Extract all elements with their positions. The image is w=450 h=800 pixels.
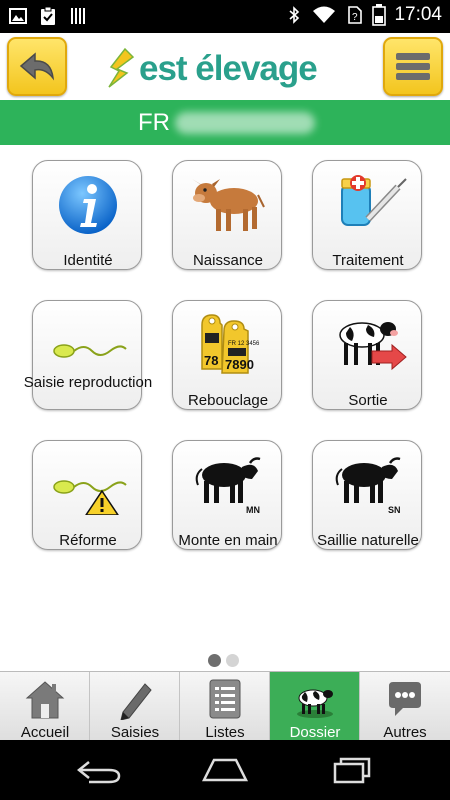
tile-saisie-reproduction[interactable]: Saisie reproduction <box>24 300 152 410</box>
tab-dossier[interactable]: Dossier <box>270 672 360 741</box>
bottom-tab-bar: Accueil Saisies Listes Dossier Autres <box>0 671 450 741</box>
tab-listes[interactable]: Listes <box>180 672 270 741</box>
tile-label: Identité <box>63 252 113 269</box>
menu-button[interactable] <box>383 37 443 96</box>
tile-label: Traitement <box>332 252 404 269</box>
battery-icon <box>372 4 387 26</box>
tag-number: 7890 <box>225 357 254 372</box>
wifi-icon <box>313 6 336 23</box>
bluetooth-icon <box>289 6 300 24</box>
tile-label: Sortie <box>348 392 388 409</box>
tile-identite[interactable]: Identité <box>32 160 142 270</box>
bull-icon: SN <box>335 457 401 515</box>
tab-accueil[interactable]: Accueil <box>0 672 90 741</box>
page-dot[interactable] <box>226 654 239 667</box>
tab-saisies[interactable]: Saisies <box>90 672 180 741</box>
tab-autres[interactable]: Autres <box>360 672 450 741</box>
tab-label: Autres <box>383 724 427 741</box>
tile-traitement[interactable]: Traitement <box>312 160 422 270</box>
page-indicator <box>208 654 239 667</box>
nav-home-icon[interactable] <box>200 756 250 784</box>
clipboard-icon <box>41 6 55 25</box>
animal-id-prefix: FR <box>138 109 170 136</box>
tile-naissance[interactable]: Naissance <box>172 160 282 270</box>
image-icon <box>9 8 27 24</box>
back-arrow-icon <box>19 51 55 80</box>
tile-saillie-naturelle[interactable]: SN Saillie naturelle <box>312 440 422 550</box>
nav-back-icon[interactable] <box>75 756 125 784</box>
sperm-warning-icon <box>53 480 127 515</box>
bull-icon: MN <box>195 457 261 515</box>
tile-label: Saisie reproduction <box>23 374 153 391</box>
tile-label: Naissance <box>192 252 264 269</box>
bull-badge: MN <box>246 505 260 515</box>
app-screen: ? 17:04 est élevage FR Identité Naissanc… <box>0 0 450 800</box>
no-sim-icon: ? <box>348 6 363 24</box>
tile-reforme[interactable]: Réforme <box>32 440 142 550</box>
app-logo: est élevage <box>105 43 320 91</box>
cow-icon <box>297 689 333 718</box>
bull-badge: SN <box>388 505 401 515</box>
system-nav-bar <box>0 740 450 800</box>
cow-exit-icon <box>339 322 407 371</box>
ear-tags-icon: 78 FR 12 3456 7890 <box>201 314 260 374</box>
home-icon <box>25 681 65 719</box>
tag-small-text: FR 12 3456 <box>228 341 260 347</box>
status-time: 17:04 <box>394 4 442 25</box>
status-bar: ? 17:04 <box>0 0 450 33</box>
tab-label: Accueil <box>20 724 70 741</box>
calf-icon <box>192 179 265 231</box>
tab-label: Saisies <box>110 724 160 741</box>
svg-text:?: ? <box>352 12 358 23</box>
tile-label: Saillie naturelle <box>317 532 419 549</box>
nav-recents-icon[interactable] <box>325 756 375 784</box>
info-icon <box>59 176 117 234</box>
app-header: est élevage <box>0 33 450 100</box>
chat-icon <box>389 682 421 716</box>
tile-label: Réforme <box>59 532 117 549</box>
barcode-icon <box>71 8 85 24</box>
pencil-icon <box>120 683 152 720</box>
tile-label: Rebouclage <box>187 392 269 409</box>
tile-sortie[interactable]: Sortie <box>312 300 422 410</box>
medicine-icon <box>341 175 407 226</box>
tab-label: Listes <box>205 724 245 741</box>
sperm-icon <box>53 344 127 358</box>
logo-text: est élevage <box>139 49 318 88</box>
page-dot-active[interactable] <box>208 654 221 667</box>
animal-id-bar: FR <box>0 100 450 145</box>
menu-icon <box>396 52 430 80</box>
list-icon <box>209 679 241 719</box>
tile-rebouclage[interactable]: 78 FR 12 3456 7890 Rebouclage <box>172 300 282 410</box>
back-button[interactable] <box>7 37 67 96</box>
animal-id-redacted <box>175 112 315 134</box>
tile-label: Monte en main <box>178 532 278 549</box>
tile-monte-en-main[interactable]: MN Monte en main <box>172 440 282 550</box>
tab-label: Dossier <box>289 724 341 741</box>
tag-number: 78 <box>204 353 218 368</box>
